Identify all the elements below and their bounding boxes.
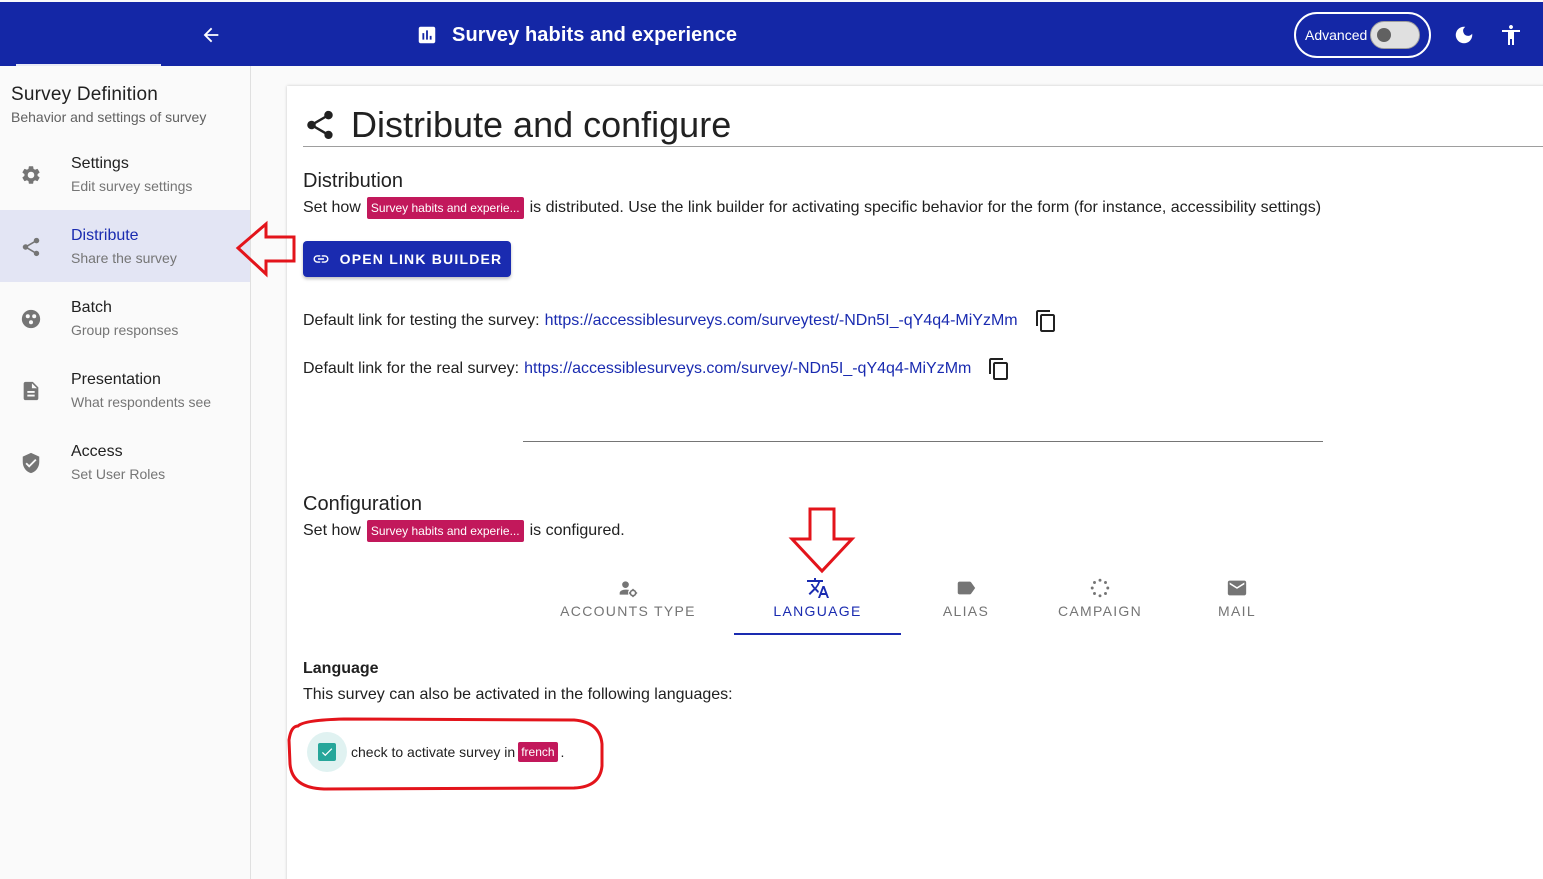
survey-name-chip: Survey habits and experie... [366,197,524,219]
arrow-left-icon [203,27,219,43]
survey-name-chip: Survey habits and experie... [366,520,524,542]
config-tabs: ACCOUNTS TYPE LANGUAGE ALIAS CAMPAIGN MA… [552,571,1292,637]
advanced-toggle[interactable]: Advanced [1294,12,1431,58]
gear-icon [18,162,44,188]
app-title-group: Survey habits and experience [416,20,737,50]
sidebar-item-sub: What respondents see [71,394,212,410]
main-card: Distribute and configure Distribution Se… [287,86,1543,879]
tab-label: ACCOUNTS TYPE [560,603,696,619]
batch-icon [18,306,44,332]
sidebar-item-label: Settings [71,155,129,172]
language-title: Language [303,660,379,677]
advanced-switch[interactable] [1370,21,1420,49]
check-icon [321,748,333,757]
section-divider [523,441,1323,442]
french-checkbox[interactable] [307,732,347,772]
translate-icon [806,575,830,601]
real-link-label: Default link for the real survey: [303,360,520,377]
sidebar-item-sub: Share the survey [71,250,177,266]
open-link-builder-label: OPEN LINK BUILDER [339,251,503,267]
sidebar-item-access[interactable]: Access Set User Roles [0,426,250,498]
tab-indicator [734,633,901,635]
configuration-text-before: Set how [303,522,361,539]
sidebar-item-distribute[interactable]: Distribute Share the survey [0,210,250,282]
tab-alias[interactable]: ALIAS [916,571,1016,635]
share-icon [18,234,44,260]
configuration-description: Set how Survey habits and experie... is … [303,520,625,542]
sidebar-item-settings[interactable]: Settings Edit survey settings [0,138,250,210]
sidebar-item-label: Presentation [71,371,161,388]
open-link-builder-button[interactable]: OPEN LINK BUILDER [303,241,511,277]
distribution-description: Set how Survey habits and experie... is … [303,197,1321,219]
tab-label: CAMPAIGN [1057,603,1143,619]
configuration-text-after: is configured. [529,522,625,539]
copy-icon[interactable] [987,357,1011,381]
configuration-title: Configuration [303,493,422,515]
shield-icon [18,450,44,476]
distribution-text-after: is distributed. Use the link builder for… [529,199,1322,216]
test-link-label: Default link for testing the survey: [303,312,540,329]
page-title: Distribute and configure [351,104,732,145]
copy-icon[interactable] [1034,309,1058,333]
account-settings-icon [617,575,639,601]
sidebar-item-batch[interactable]: Batch Group responses [0,282,250,354]
heading-divider [303,146,1543,147]
language-description: This survey can also be activated in the… [303,686,733,703]
real-link-row: Default link for the real survey: https:… [303,357,1011,381]
share-icon [307,110,333,140]
page-heading-group: Distribute and configure [303,104,731,146]
distribution-text-before: Set how [303,199,361,216]
checkbox-label[interactable]: check to activate survey in french . [351,742,564,762]
accessibility-button[interactable] [1496,20,1526,50]
accessibility-icon [1502,25,1520,45]
link-icon [313,255,329,263]
real-link[interactable]: https://accessiblesurveys.com/survey/-ND… [524,360,971,378]
tab-accounts-type[interactable]: ACCOUNTS TYPE [552,571,704,635]
sidebar-item-label: Access [71,443,123,460]
distribution-title: Distribution [303,170,404,192]
app-bar: Survey habits and experience Advanced [0,2,1543,67]
sidebar-subtitle: Behavior and settings of survey [11,109,207,125]
sidebar-item-label: Distribute [71,227,139,244]
label-icon [955,575,977,601]
advanced-label: Advanced [1305,27,1368,43]
checkbox-label-text: check to activate survey in [351,744,516,760]
back-button[interactable] [196,20,226,50]
mail-icon [1226,575,1248,601]
moon-icon [1455,26,1473,44]
checkbox-label-suffix: . [560,744,565,760]
sidebar-item-sub: Set User Roles [71,466,166,482]
sidebar-item-presentation[interactable]: Presentation What respondents see [0,354,250,426]
sidebar-title: Survey Definition [11,84,159,105]
app-title: Survey habits and experience [452,23,738,46]
sidebar-item-label: Batch [71,299,112,316]
test-link[interactable]: https://accessiblesurveys.com/surveytest… [545,312,1018,330]
language-chip: french [518,742,558,762]
tab-mail[interactable]: MAIL [1192,571,1282,635]
tab-label: MAIL [1218,603,1256,619]
poll-icon [418,26,436,44]
document-icon [18,378,44,404]
sidebar: Survey Definition Behavior and settings … [0,66,251,879]
tab-label: LANGUAGE [773,603,862,619]
tab-language[interactable]: LANGUAGE [734,571,901,635]
dark-mode-button[interactable] [1449,20,1479,50]
tab-label: ALIAS [942,603,990,619]
test-link-row: Default link for testing the survey: htt… [303,309,1058,333]
sidebar-item-sub: Edit survey settings [71,178,193,194]
switch-knob [1377,28,1391,42]
sidebar-item-sub: Group responses [71,322,179,338]
checkbox-checked [318,743,336,761]
tab-campaign[interactable]: CAMPAIGN [1038,571,1162,635]
french-language-option: check to activate survey in french . [307,732,564,772]
campaign-icon [1089,575,1111,601]
